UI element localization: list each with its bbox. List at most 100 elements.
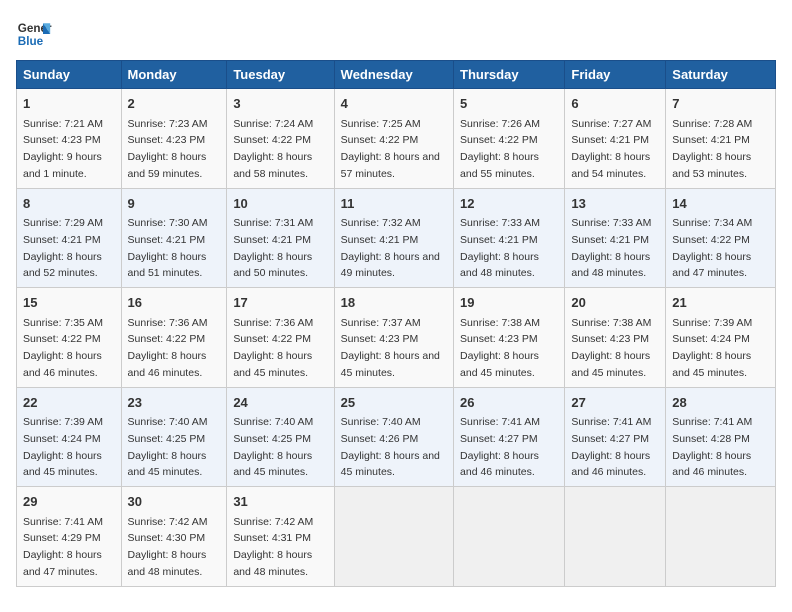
calendar-cell: 6 Sunrise: 7:27 AMSunset: 4:21 PMDaylight… [565, 89, 666, 189]
cell-info: Sunrise: 7:35 AMSunset: 4:22 PMDaylight:… [23, 317, 103, 379]
day-number: 26 [460, 393, 558, 413]
calendar-cell: 23 Sunrise: 7:40 AMSunset: 4:25 PMDayligh… [121, 387, 227, 487]
week-row-1: 1Sunrise: 7:21 AMSunset: 4:23 PMDaylight… [17, 89, 776, 189]
day-number: 23 [128, 393, 221, 413]
cell-info: Sunrise: 7:21 AMSunset: 4:23 PMDaylight:… [23, 118, 103, 180]
calendar-cell: 8 Sunrise: 7:29 AMSunset: 4:21 PMDaylight… [17, 188, 122, 288]
day-number: 27 [571, 393, 659, 413]
calendar-cell: 28 Sunrise: 7:41 AMSunset: 4:28 PMDayligh… [666, 387, 776, 487]
svg-text:Blue: Blue [18, 35, 44, 48]
calendar-cell: 20 Sunrise: 7:38 AMSunset: 4:23 PMDayligh… [565, 288, 666, 388]
day-number: 10 [233, 194, 327, 214]
day-number: 17 [233, 293, 327, 313]
cell-info: Sunrise: 7:33 AMSunset: 4:21 PMDaylight:… [571, 217, 651, 279]
week-row-2: 8 Sunrise: 7:29 AMSunset: 4:21 PMDaylight… [17, 188, 776, 288]
cell-info: Sunrise: 7:41 AMSunset: 4:29 PMDaylight:… [23, 516, 103, 578]
calendar-table: SundayMondayTuesdayWednesdayThursdayFrid… [16, 60, 776, 587]
calendar-cell: 5 Sunrise: 7:26 AMSunset: 4:22 PMDaylight… [454, 89, 565, 189]
calendar-cell: 25 Sunrise: 7:40 AMSunset: 4:26 PMDayligh… [334, 387, 453, 487]
calendar-cell: 22 Sunrise: 7:39 AMSunset: 4:24 PMDayligh… [17, 387, 122, 487]
calendar-cell [334, 487, 453, 587]
cell-info: Sunrise: 7:38 AMSunset: 4:23 PMDaylight:… [571, 317, 651, 379]
calendar-cell: 1Sunrise: 7:21 AMSunset: 4:23 PMDaylight… [17, 89, 122, 189]
cell-info: Sunrise: 7:33 AMSunset: 4:21 PMDaylight:… [460, 217, 540, 279]
col-header-monday: Monday [121, 61, 227, 89]
day-number: 6 [571, 94, 659, 114]
cell-info: Sunrise: 7:32 AMSunset: 4:21 PMDaylight:… [341, 217, 440, 279]
col-header-saturday: Saturday [666, 61, 776, 89]
day-number: 21 [672, 293, 769, 313]
cell-info: Sunrise: 7:27 AMSunset: 4:21 PMDaylight:… [571, 118, 651, 180]
cell-info: Sunrise: 7:29 AMSunset: 4:21 PMDaylight:… [23, 217, 103, 279]
col-header-wednesday: Wednesday [334, 61, 453, 89]
cell-info: Sunrise: 7:40 AMSunset: 4:25 PMDaylight:… [128, 416, 208, 478]
day-number: 8 [23, 194, 115, 214]
calendar-cell [666, 487, 776, 587]
calendar-cell: 2 Sunrise: 7:23 AMSunset: 4:23 PMDaylight… [121, 89, 227, 189]
week-row-3: 15 Sunrise: 7:35 AMSunset: 4:22 PMDayligh… [17, 288, 776, 388]
calendar-cell: 11 Sunrise: 7:32 AMSunset: 4:21 PMDayligh… [334, 188, 453, 288]
calendar-cell: 26Sunrise: 7:41 AMSunset: 4:27 PMDayligh… [454, 387, 565, 487]
col-header-sunday: Sunday [17, 61, 122, 89]
day-number: 4 [341, 94, 447, 114]
cell-info: Sunrise: 7:23 AMSunset: 4:23 PMDaylight:… [128, 118, 208, 180]
cell-info: Sunrise: 7:37 AMSunset: 4:23 PMDaylight:… [341, 317, 440, 379]
day-number: 18 [341, 293, 447, 313]
calendar-cell: 16 Sunrise: 7:36 AMSunset: 4:22 PMDayligh… [121, 288, 227, 388]
cell-info: Sunrise: 7:36 AMSunset: 4:22 PMDaylight:… [233, 317, 313, 379]
cell-info: Sunrise: 7:26 AMSunset: 4:22 PMDaylight:… [460, 118, 540, 180]
day-number: 16 [128, 293, 221, 313]
day-number: 31 [233, 492, 327, 512]
week-row-4: 22 Sunrise: 7:39 AMSunset: 4:24 PMDayligh… [17, 387, 776, 487]
cell-info: Sunrise: 7:40 AMSunset: 4:25 PMDaylight:… [233, 416, 313, 478]
calendar-cell: 29 Sunrise: 7:41 AMSunset: 4:29 PMDayligh… [17, 487, 122, 587]
week-row-5: 29 Sunrise: 7:41 AMSunset: 4:29 PMDayligh… [17, 487, 776, 587]
calendar-cell: 27 Sunrise: 7:41 AMSunset: 4:27 PMDayligh… [565, 387, 666, 487]
cell-info: Sunrise: 7:34 AMSunset: 4:22 PMDaylight:… [672, 217, 752, 279]
calendar-cell: 9 Sunrise: 7:30 AMSunset: 4:21 PMDaylight… [121, 188, 227, 288]
day-number: 11 [341, 194, 447, 214]
calendar-cell: 31Sunrise: 7:42 AMSunset: 4:31 PMDayligh… [227, 487, 334, 587]
calendar-cell [565, 487, 666, 587]
day-number: 5 [460, 94, 558, 114]
calendar-cell: 4Sunrise: 7:25 AMSunset: 4:22 PMDaylight… [334, 89, 453, 189]
cell-info: Sunrise: 7:28 AMSunset: 4:21 PMDaylight:… [672, 118, 752, 180]
day-number: 25 [341, 393, 447, 413]
col-header-tuesday: Tuesday [227, 61, 334, 89]
day-number: 29 [23, 492, 115, 512]
logo-icon: General Blue [16, 16, 52, 52]
logo: General Blue [16, 16, 52, 52]
cell-info: Sunrise: 7:24 AMSunset: 4:22 PMDaylight:… [233, 118, 313, 180]
calendar-cell: 19Sunrise: 7:38 AMSunset: 4:23 PMDayligh… [454, 288, 565, 388]
cell-info: Sunrise: 7:36 AMSunset: 4:22 PMDaylight:… [128, 317, 208, 379]
calendar-cell: 24Sunrise: 7:40 AMSunset: 4:25 PMDayligh… [227, 387, 334, 487]
day-number: 30 [128, 492, 221, 512]
day-number: 9 [128, 194, 221, 214]
day-number: 2 [128, 94, 221, 114]
cell-info: Sunrise: 7:30 AMSunset: 4:21 PMDaylight:… [128, 217, 208, 279]
col-header-thursday: Thursday [454, 61, 565, 89]
calendar-cell: 15 Sunrise: 7:35 AMSunset: 4:22 PMDayligh… [17, 288, 122, 388]
cell-info: Sunrise: 7:41 AMSunset: 4:27 PMDaylight:… [571, 416, 651, 478]
header-row: SundayMondayTuesdayWednesdayThursdayFrid… [17, 61, 776, 89]
day-number: 13 [571, 194, 659, 214]
day-number: 19 [460, 293, 558, 313]
day-number: 12 [460, 194, 558, 214]
day-number: 22 [23, 393, 115, 413]
calendar-cell: 3Sunrise: 7:24 AMSunset: 4:22 PMDaylight… [227, 89, 334, 189]
calendar-cell: 13 Sunrise: 7:33 AMSunset: 4:21 PMDayligh… [565, 188, 666, 288]
cell-info: Sunrise: 7:39 AMSunset: 4:24 PMDaylight:… [672, 317, 752, 379]
calendar-cell: 18 Sunrise: 7:37 AMSunset: 4:23 PMDayligh… [334, 288, 453, 388]
day-number: 28 [672, 393, 769, 413]
cell-info: Sunrise: 7:41 AMSunset: 4:28 PMDaylight:… [672, 416, 752, 478]
calendar-cell: 21 Sunrise: 7:39 AMSunset: 4:24 PMDayligh… [666, 288, 776, 388]
cell-info: Sunrise: 7:42 AMSunset: 4:30 PMDaylight:… [128, 516, 208, 578]
cell-info: Sunrise: 7:40 AMSunset: 4:26 PMDaylight:… [341, 416, 440, 478]
col-header-friday: Friday [565, 61, 666, 89]
day-number: 15 [23, 293, 115, 313]
cell-info: Sunrise: 7:39 AMSunset: 4:24 PMDaylight:… [23, 416, 103, 478]
calendar-cell: 17 Sunrise: 7:36 AMSunset: 4:22 PMDayligh… [227, 288, 334, 388]
calendar-cell: 30 Sunrise: 7:42 AMSunset: 4:30 PMDayligh… [121, 487, 227, 587]
day-number: 20 [571, 293, 659, 313]
calendar-cell: 12 Sunrise: 7:33 AMSunset: 4:21 PMDayligh… [454, 188, 565, 288]
